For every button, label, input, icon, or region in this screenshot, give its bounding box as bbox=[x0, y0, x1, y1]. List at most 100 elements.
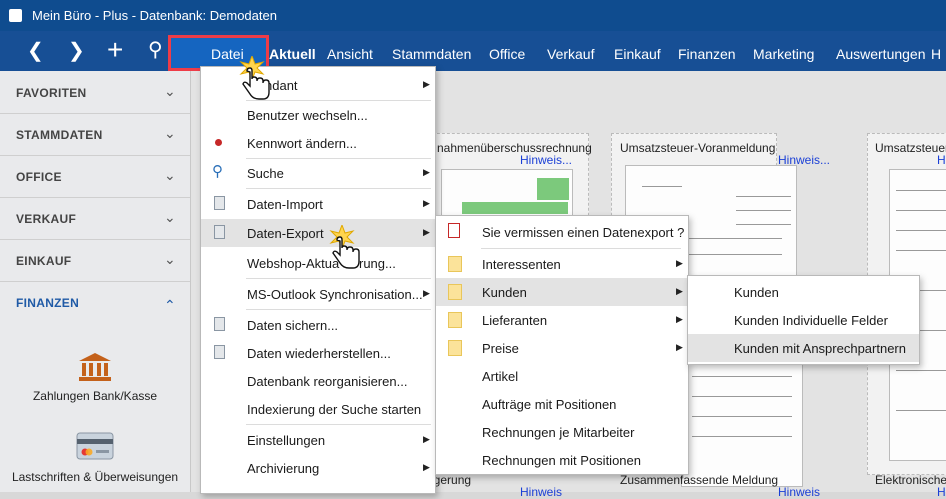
menu-item-daten-import[interactable]: Daten-Import ▶ bbox=[201, 190, 435, 218]
menu-item-lieferanten[interactable]: Lieferanten ▶ bbox=[436, 306, 688, 334]
menu-aktuell[interactable]: Aktuell bbox=[269, 46, 316, 62]
chevron-down-icon: ⌄ bbox=[164, 125, 176, 141]
menu-item-kunden-individuelle-felder[interactable]: Kunden Individuelle Felder bbox=[688, 306, 919, 334]
hint-link[interactable]: Hinweis bbox=[520, 485, 562, 499]
menu-item-label: Interessenten bbox=[482, 257, 561, 272]
menu-item-daten-export[interactable]: Daten-Export ▶ bbox=[201, 219, 435, 247]
window-title: Mein Büro - Plus - Datenbank: Demodaten bbox=[32, 8, 277, 23]
menu-item-kunden[interactable]: Kunden ▶ bbox=[436, 278, 688, 306]
sidebar-tile-lastschriften[interactable]: Lastschriften & Überweisungen bbox=[0, 431, 190, 484]
menu-item-artikel[interactable]: Artikel bbox=[436, 362, 688, 390]
sidebar-tile-zahlungen[interactable]: Zahlungen Bank/Kasse bbox=[0, 351, 190, 403]
submenu-arrow-icon: ▶ bbox=[423, 227, 430, 237]
submenu-arrow-icon: ▶ bbox=[676, 342, 683, 352]
sidebar-tile-label: Zahlungen Bank/Kasse bbox=[32, 389, 158, 403]
menu-item-label: Einstellungen bbox=[247, 433, 326, 448]
menu-finanzen[interactable]: Finanzen bbox=[678, 46, 736, 62]
folder-icon bbox=[448, 340, 462, 356]
menu-item-label: Kunden bbox=[734, 285, 779, 300]
back-icon[interactable]: ❮ bbox=[27, 38, 44, 63]
menu-item-label: Daten-Import bbox=[247, 197, 323, 212]
report-preview bbox=[681, 355, 803, 487]
menu-office[interactable]: Office bbox=[489, 46, 525, 62]
menu-item-datenbank-reorganisieren[interactable]: Datenbank reorganisieren... bbox=[201, 367, 435, 395]
menu-item-kunden-mit-ansprechpartnern[interactable]: Kunden mit Ansprechpartnern bbox=[688, 334, 919, 362]
menu-item-label: Benutzer wechseln... bbox=[247, 108, 368, 123]
submenu-arrow-icon: ▶ bbox=[676, 286, 683, 296]
sidebar-section-verkauf[interactable]: VERKAUF ⌄ bbox=[0, 197, 190, 240]
menu-item-datenexport-vermissen[interactable]: Sie vermissen einen Datenexport ? bbox=[436, 218, 688, 246]
menu-item-einstellungen[interactable]: Einstellungen ▶ bbox=[201, 426, 435, 454]
menu-item-label: Sie vermissen einen Datenexport ? bbox=[482, 225, 685, 240]
menu-item-preise[interactable]: Preise ▶ bbox=[436, 334, 688, 362]
restore-icon bbox=[214, 345, 225, 359]
key-icon bbox=[215, 139, 222, 146]
menu-verkauf[interactable]: Verkauf bbox=[547, 46, 594, 62]
sidebar-tile-label: Lastschriften & Überweisungen bbox=[11, 470, 179, 484]
backup-icon bbox=[214, 317, 225, 331]
search-icon[interactable]: ⚲ bbox=[148, 37, 163, 62]
sidebar-section-favoriten[interactable]: FAVORITEN ⌄ bbox=[0, 71, 190, 114]
sidebar-section-office[interactable]: OFFICE ⌄ bbox=[0, 155, 190, 198]
add-icon[interactable]: + bbox=[107, 34, 123, 66]
menu-item-indexierung[interactable]: Indexierung der Suche starten bbox=[201, 395, 435, 423]
sidebar: FAVORITEN ⌄ STAMMDATEN ⌄ OFFICE ⌄ VERKAU… bbox=[0, 71, 191, 492]
menu-item-daten-sichern[interactable]: Daten sichern... bbox=[201, 311, 435, 339]
menu-item-rechnungen-je-mitarbeiter[interactable]: Rechnungen je Mitarbeiter bbox=[436, 418, 688, 446]
sidebar-section-label: EINKAUF bbox=[16, 254, 72, 268]
menu-item-kennwort-aendern[interactable]: Kennwort ändern... bbox=[201, 129, 435, 157]
menu-item-label: Archivierung bbox=[247, 461, 320, 476]
chevron-down-icon: ⌄ bbox=[164, 251, 176, 267]
datei-menu: ndant ▶ Benutzer wechseln... Kennwort än… bbox=[200, 66, 436, 494]
title-bar: Mein Büro - Plus - Datenbank: Demodaten bbox=[0, 0, 946, 31]
sidebar-section-einkauf[interactable]: EINKAUF ⌄ bbox=[0, 239, 190, 282]
menu-item-benutzer-wechseln[interactable]: Benutzer wechseln... bbox=[201, 101, 435, 129]
menu-item-ms-outlook[interactable]: MS-Outlook Synchronisation... ▶ bbox=[201, 280, 435, 308]
menu-item-webshop-aktualisierung[interactable]: Webshop-Aktua rung... bbox=[201, 249, 435, 277]
menu-item-label: Daten sichern... bbox=[247, 318, 339, 333]
menu-item-label: Kunden Individuelle Felder bbox=[734, 313, 888, 328]
menu-item-auftraege-mit-positionen[interactable]: Aufträge mit Positionen bbox=[436, 390, 688, 418]
sidebar-section-finanzen[interactable]: FINANZEN ⌃ bbox=[0, 281, 190, 323]
menu-item-daten-wiederherstellen[interactable]: Daten wiederherstellen... bbox=[201, 339, 435, 367]
sidebar-section-label: FINANZEN bbox=[16, 296, 80, 310]
menu-item-label: Rechnungen mit Positionen bbox=[482, 453, 641, 468]
chevron-down-icon: ⌄ bbox=[164, 167, 176, 183]
menu-item-label: Kennwort ändern... bbox=[247, 136, 357, 151]
card-title: Zusammenfassende Meldung bbox=[620, 473, 779, 487]
menu-item-label: Daten wiederherstellen... bbox=[247, 346, 391, 361]
menu-item-archivierung[interactable]: Archivierung ▶ bbox=[201, 454, 435, 482]
menu-einkauf[interactable]: Einkauf bbox=[614, 46, 661, 62]
chevron-down-icon: ⌄ bbox=[164, 209, 176, 225]
menu-marketing[interactable]: Marketing bbox=[753, 46, 814, 62]
menu-item-rechnungen-mit-positionen[interactable]: Rechnungen mit Positionen bbox=[436, 446, 688, 474]
sidebar-section-label: FAVORITEN bbox=[16, 86, 87, 100]
sidebar-section-label: VERKAUF bbox=[16, 212, 77, 226]
menu-hilfe[interactable]: H bbox=[931, 46, 941, 62]
menu-item-suche[interactable]: ⚲ Suche ▶ bbox=[201, 159, 435, 187]
hint-link[interactable]: Hinweis bbox=[778, 485, 820, 499]
forward-icon[interactable]: ❯ bbox=[68, 38, 85, 63]
menu-item-kunden-export[interactable]: Kunden bbox=[688, 278, 919, 306]
hint-link[interactable]: Hinweis bbox=[937, 485, 946, 499]
submenu-arrow-icon: ▶ bbox=[423, 167, 430, 177]
menu-auswertungen[interactable]: Auswertungen bbox=[836, 46, 926, 62]
submenu-arrow-icon: ▶ bbox=[423, 434, 430, 444]
submenu-arrow-icon: ▶ bbox=[423, 198, 430, 208]
menu-ansicht[interactable]: Ansicht bbox=[327, 46, 373, 62]
menu-item-label: Lieferanten bbox=[482, 313, 548, 328]
import-icon bbox=[214, 196, 225, 210]
sidebar-section-stammdaten[interactable]: STAMMDATEN ⌄ bbox=[0, 113, 190, 156]
menu-item-interessenten[interactable]: Interessenten ▶ bbox=[436, 250, 688, 278]
card-title: Umsatzsteuer-Voranmeldung bbox=[620, 141, 776, 155]
sidebar-section-label: OFFICE bbox=[16, 170, 62, 184]
menu-item-label: Kunden bbox=[482, 285, 527, 300]
submenu-arrow-icon: ▶ bbox=[423, 462, 430, 472]
menu-stammdaten[interactable]: Stammdaten bbox=[392, 46, 471, 62]
menu-item-label: Preise bbox=[482, 341, 519, 356]
hint-link[interactable]: Hinweis... bbox=[937, 153, 946, 167]
menu-item-label: Kunden mit Ansprechpartnern bbox=[734, 341, 906, 356]
submenu-arrow-icon: ▶ bbox=[423, 288, 430, 298]
card-icon bbox=[76, 432, 114, 460]
hint-link[interactable]: Hinweis... bbox=[520, 153, 572, 167]
